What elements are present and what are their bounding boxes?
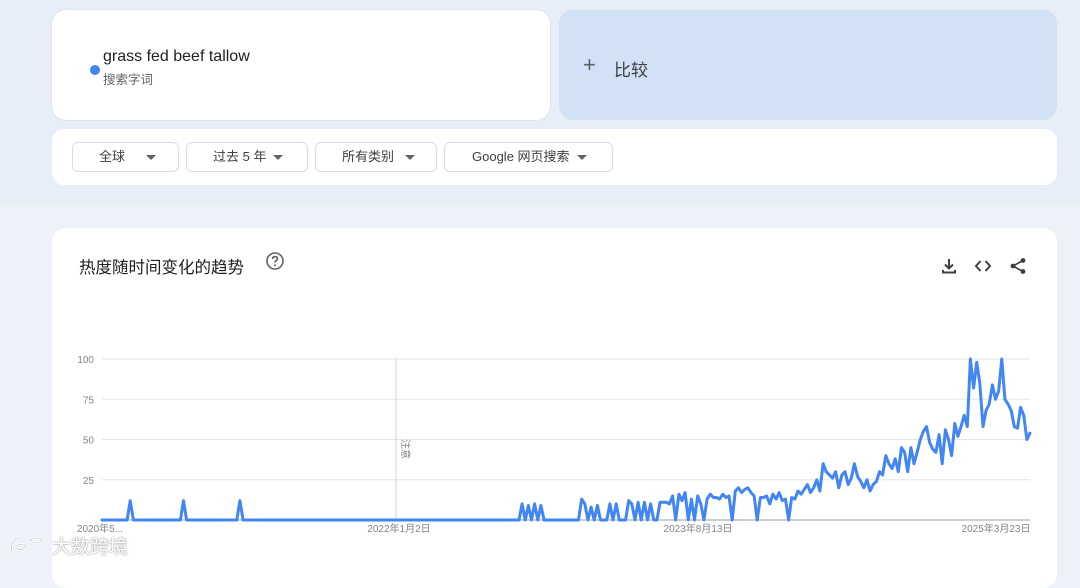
trend-chart: 100755025注意2020年5... 2022年1月2日 2023年8月13日 2…	[77, 355, 1032, 535]
category-filter[interactable]: 所有类别	[315, 142, 437, 172]
y-tick-label: 50	[83, 436, 95, 447]
compare-button[interactable]: + 比较	[559, 10, 1057, 120]
chevron-down-icon	[405, 155, 415, 160]
compare-label: 比较	[614, 61, 648, 80]
search-term-name[interactable]: grass fed beef tallow	[103, 48, 250, 66]
search-term-type: 搜索字词	[103, 73, 154, 87]
chevron-down-icon	[577, 155, 587, 160]
chevron-down-icon	[146, 155, 156, 160]
note-label: 注意	[399, 439, 412, 459]
time-range-filter-label: 过去 5 年	[213, 149, 267, 164]
search-type-filter-label: Google 网页搜索	[472, 149, 570, 164]
region-filter-label: 全球	[99, 149, 126, 164]
x-tick-label: 2023年8月13日	[664, 522, 733, 535]
x-tick-label: 2022年1月2日	[367, 522, 430, 535]
plus-icon: +	[583, 52, 596, 77]
time-range-filter[interactable]: 过去 5 年	[186, 142, 308, 172]
chevron-down-icon	[273, 155, 283, 160]
watermark-logo-icon	[10, 536, 44, 553]
y-tick-label: 100	[77, 355, 94, 366]
x-tick-label: 2025年3月23日	[962, 522, 1031, 535]
series-color-dot	[90, 65, 100, 75]
watermark-text: 大数跨境	[52, 536, 129, 558]
y-tick-label: 75	[83, 395, 95, 406]
region-filter[interactable]: 全球	[72, 142, 179, 172]
search-type-filter[interactable]: Google 网页搜索	[444, 142, 613, 172]
interest-over-time-card: 热度随时间变化的趋势 100 75 50 25 注意 2020年5... 2022年1月2日…	[52, 228, 1057, 588]
category-filter-label: 所有类别	[342, 149, 395, 164]
filter-bar: 全球 过去 5 年 所有类别 Google 网页搜索	[52, 129, 1057, 185]
y-tick-label: 25	[83, 476, 95, 487]
search-term-card[interactable]: grass fed beef tallow 搜索字词	[52, 10, 550, 120]
